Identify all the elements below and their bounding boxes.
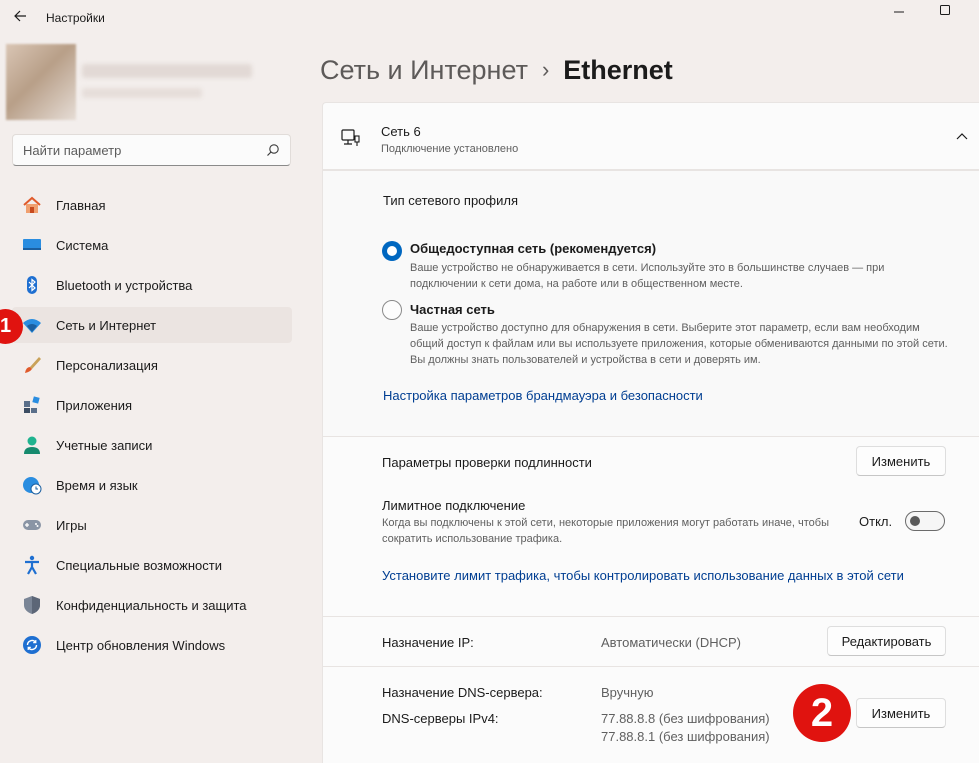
metered-toggle-state: Откл. — [859, 514, 893, 529]
sidebar-item-label: Центр обновления Windows — [56, 637, 226, 653]
sidebar-item-network[interactable]: Сеть и Интернет — [12, 307, 292, 343]
network-name: Сеть 6 — [381, 124, 421, 139]
ethernet-icon — [341, 129, 360, 146]
user-profile[interactable] — [6, 44, 274, 120]
ip-assignment-label: Назначение IP: — [382, 635, 474, 650]
sidebar-item-accounts[interactable]: Учетные записи — [12, 427, 292, 463]
minimize-icon — [894, 11, 904, 13]
maximize-button[interactable] — [922, 0, 968, 20]
globe-clock-icon — [21, 474, 43, 496]
sidebar-item-gaming[interactable]: Игры — [12, 507, 292, 543]
breadcrumb-separator: › — [541, 57, 550, 82]
chevron-up-icon[interactable] — [955, 130, 969, 144]
wifi-icon — [21, 314, 43, 336]
public-network-title[interactable]: Общедоступная сеть (рекомендуется) — [410, 241, 656, 256]
sidebar-item-label: Главная — [56, 197, 106, 213]
metered-connection-toggle[interactable] — [905, 511, 945, 531]
back-button[interactable] — [8, 4, 32, 28]
dns-edit-button[interactable]: Изменить — [856, 698, 946, 728]
bluetooth-icon — [21, 274, 43, 296]
sidebar-item-label: Игры — [56, 517, 87, 533]
annotation-badge-2: 2 — [793, 684, 851, 742]
page-title: Ethernet — [563, 54, 673, 85]
public-network-desc: Ваше устройство не обнаруживается в сети… — [410, 262, 885, 290]
system-icon — [21, 234, 43, 256]
dns-assignment-value: Вручную — [601, 685, 654, 700]
sidebar-item-apps[interactable]: Приложения — [12, 387, 292, 423]
metered-connection-label: Лимитное подключение — [382, 498, 526, 513]
sidebar-item-personalization[interactable]: Персонализация — [12, 347, 292, 383]
network-card-header[interactable]: Сеть 6 Подключение установлено — [322, 102, 979, 170]
sidebar-item-label: Сеть и Интернет — [56, 317, 157, 333]
network-status: Подключение установлено — [381, 143, 519, 155]
gamepad-icon — [21, 514, 43, 536]
data-limit-link[interactable]: Установите лимит трафика, чтобы контроли… — [382, 568, 904, 583]
dns-server-2: 77.88.8.1 (без шифрования) — [601, 729, 770, 744]
sidebar-item-label: Время и язык — [56, 477, 138, 493]
dns-assignment-label: Назначение DNS-сервера: — [382, 685, 543, 700]
auth-settings-label: Параметры проверки подлинности — [382, 455, 592, 470]
home-icon — [21, 194, 43, 216]
sidebar-item-label: Специальные возможности — [56, 557, 222, 573]
accessibility-icon — [21, 554, 43, 576]
search-box[interactable] — [12, 134, 291, 166]
ip-assignment-value: Автоматически (DHCP) — [601, 635, 741, 650]
apps-icon — [21, 394, 43, 416]
sidebar-item-privacy[interactable]: Конфиденциальность и защита — [12, 587, 292, 623]
public-network-radio[interactable] — [382, 241, 402, 261]
sidebar-nav: Главная Система Bluetooth и устройства С… — [12, 187, 292, 667]
title-bar: Настройки — [0, 0, 979, 36]
sidebar-item-windows-update[interactable]: Центр обновления Windows — [12, 627, 292, 663]
dns-server-1: 77.88.8.8 (без шифрования) — [601, 711, 770, 726]
profile-name-blurred — [82, 64, 252, 78]
minimize-button[interactable] — [876, 0, 922, 20]
firewall-settings-link[interactable]: Настройка параметров брандмауэра и безоп… — [383, 388, 703, 403]
sidebar-item-label: Приложения — [56, 397, 133, 413]
dns-assignment-row: Назначение DNS-сервера: Вручную DNS-серв… — [322, 666, 979, 763]
sidebar-item-label: Учетные записи — [56, 437, 153, 453]
search-input[interactable] — [13, 135, 253, 165]
update-icon — [21, 634, 43, 656]
profile-email-blurred — [82, 88, 202, 98]
brush-icon — [21, 354, 43, 376]
ip-assignment-row: Назначение IP: Автоматически (DHCP) Реда… — [322, 616, 979, 666]
network-profile-section: Тип сетевого профиля Общедоступная сеть … — [322, 170, 979, 436]
sidebar-item-bluetooth[interactable]: Bluetooth и устройства — [12, 267, 292, 303]
app-title: Настройки — [46, 11, 105, 25]
breadcrumb: Сеть и Интернет › Ethernet — [320, 50, 673, 90]
auth-edit-button[interactable]: Изменить — [856, 446, 946, 476]
back-arrow-icon — [14, 10, 26, 22]
avatar — [6, 44, 76, 120]
shield-icon — [21, 594, 43, 616]
profile-type-title: Тип сетевого профиля — [383, 193, 518, 208]
metered-connection-row: Лимитное подключение Когда вы подключены… — [322, 486, 979, 616]
ip-edit-button[interactable]: Редактировать — [827, 626, 946, 656]
dns-ipv4-label: DNS-серверы IPv4: — [382, 711, 499, 726]
private-network-title[interactable]: Частная сеть — [410, 302, 495, 317]
sidebar-item-accessibility[interactable]: Специальные возможности — [12, 547, 292, 583]
sidebar-item-time-language[interactable]: Время и язык — [12, 467, 292, 503]
sidebar-item-label: Персонализация — [56, 357, 158, 373]
account-icon — [21, 434, 43, 456]
auth-settings-row: Параметры проверки подлинности Изменить — [322, 436, 979, 486]
maximize-icon — [940, 5, 950, 15]
breadcrumb-parent[interactable]: Сеть и Интернет — [320, 55, 528, 86]
sidebar-item-label: Конфиденциальность и защита — [56, 597, 247, 613]
sidebar-item-home[interactable]: Главная — [12, 187, 292, 223]
search-icon[interactable] — [266, 143, 280, 157]
sidebar-item-system[interactable]: Система — [12, 227, 292, 263]
private-network-desc: Ваше устройство доступно для обнаружения… — [410, 322, 948, 366]
sidebar-item-label: Bluetooth и устройства — [56, 277, 193, 293]
sidebar-item-label: Система — [56, 237, 109, 253]
private-network-radio[interactable] — [382, 300, 402, 320]
metered-connection-desc: Когда вы подключены к этой сети, некотор… — [382, 517, 829, 545]
